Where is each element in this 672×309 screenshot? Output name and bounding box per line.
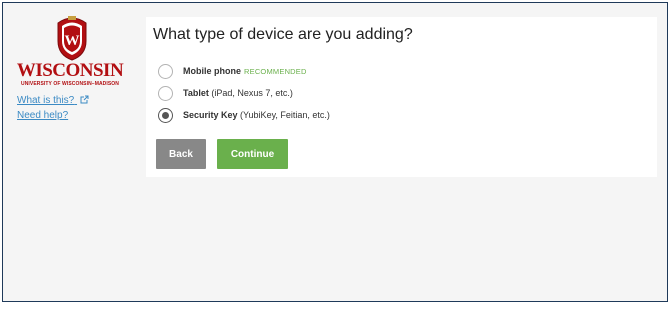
tablet-label: Tablet (iPad, Nexus 7, etc.) bbox=[183, 88, 293, 98]
option-security-key[interactable]: Security Key (YubiKey, Feitian, etc.) bbox=[158, 106, 330, 124]
tablet-name: Tablet bbox=[183, 88, 209, 98]
tablet-detail: (iPad, Nexus 7, etc.) bbox=[211, 88, 293, 98]
continue-button[interactable]: Continue bbox=[217, 139, 288, 169]
recommended-badge: RECOMMENDED bbox=[244, 67, 307, 76]
security-key-radio[interactable] bbox=[158, 107, 173, 123]
mobile-phone-radio[interactable] bbox=[158, 63, 173, 79]
what-is-this-label: What is this? bbox=[17, 95, 75, 106]
page-title: What type of device are you adding? bbox=[153, 26, 413, 43]
tablet-radio[interactable] bbox=[158, 85, 173, 101]
security-key-detail: (YubiKey, Feitian, etc.) bbox=[240, 110, 330, 120]
svg-text:W: W bbox=[65, 33, 80, 49]
external-link-icon bbox=[80, 95, 89, 104]
uw-crest-logo: W bbox=[57, 16, 87, 61]
security-key-name: Security Key bbox=[183, 110, 238, 120]
what-is-this-link[interactable]: What is this? bbox=[17, 95, 89, 106]
option-mobile-phone[interactable]: Mobile phone RECOMMENDED bbox=[158, 62, 307, 80]
device-type-panel: What type of device are you adding? Mobi… bbox=[146, 17, 657, 177]
app-frame: W WISCONSIN UNIVERSITY OF WISCONSIN–MADI… bbox=[2, 2, 668, 302]
option-tablet[interactable]: Tablet (iPad, Nexus 7, etc.) bbox=[158, 84, 293, 102]
logo-wordmark: WISCONSIN bbox=[16, 60, 124, 81]
mobile-phone-name: Mobile phone bbox=[183, 66, 241, 76]
back-button[interactable]: Back bbox=[156, 139, 206, 169]
mobile-phone-label: Mobile phone RECOMMENDED bbox=[183, 66, 307, 76]
need-help-link[interactable]: Need help? bbox=[17, 110, 68, 121]
logo-subtitle: UNIVERSITY OF WISCONSIN–MADISON bbox=[20, 81, 120, 87]
security-key-label: Security Key (YubiKey, Feitian, etc.) bbox=[183, 110, 330, 120]
